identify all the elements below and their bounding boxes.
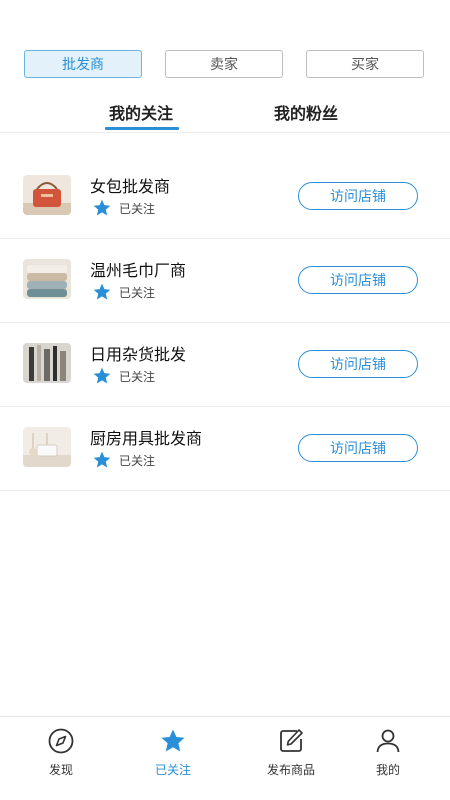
tab-buyer[interactable]: 买家 bbox=[306, 50, 424, 78]
shop-thumbnail-kitchenware bbox=[23, 427, 71, 467]
shop-name: 温州毛巾厂商 bbox=[90, 261, 187, 280]
nav-publish-label: 发布商品 bbox=[266, 763, 315, 777]
star-icon bbox=[161, 729, 185, 752]
followed-status: 已关注 bbox=[119, 370, 156, 384]
tab-seller[interactable]: 卖家 bbox=[165, 50, 283, 78]
star-icon bbox=[93, 367, 111, 384]
followed-status: 已关注 bbox=[119, 286, 156, 300]
tab-wholesaler[interactable]: 批发商 bbox=[24, 50, 142, 78]
nav-following-label: 已关注 bbox=[154, 763, 191, 777]
active-tab-indicator bbox=[105, 127, 180, 130]
edit-icon bbox=[280, 729, 303, 752]
shop-thumbnail-handbag bbox=[23, 175, 71, 215]
list-item[interactable]: 厨房用具批发商 已关注 访问店铺 bbox=[0, 407, 450, 491]
role-tabs: 批发商 卖家 买家 bbox=[24, 50, 426, 80]
shop-name: 厨房用具批发商 bbox=[90, 429, 203, 448]
list-item[interactable]: 女包批发商 已关注 访问店铺 bbox=[0, 155, 450, 239]
visit-shop-button[interactable]: 访问店铺 bbox=[298, 266, 418, 294]
followed-status: 已关注 bbox=[119, 454, 156, 468]
list-item[interactable]: 日用杂货批发 已关注 访问店铺 bbox=[0, 323, 450, 407]
visit-shop-button[interactable]: 访问店铺 bbox=[298, 350, 418, 378]
tab-my-following-label: 我的关注 bbox=[109, 104, 174, 123]
nav-mine-label: 我的 bbox=[375, 763, 400, 777]
bottom-nav: 发现 已关注 发布商品 我的 bbox=[0, 716, 450, 800]
user-icon bbox=[376, 729, 400, 753]
compass-icon bbox=[48, 728, 74, 754]
tab-my-following[interactable]: 我的关注 bbox=[105, 100, 180, 130]
visit-shop-button[interactable]: 访问店铺 bbox=[298, 434, 418, 462]
shop-thumbnail-towels bbox=[23, 259, 71, 299]
nav-discover-label: 发现 bbox=[48, 763, 73, 777]
nav-publish[interactable]: 发布商品 bbox=[246, 727, 336, 778]
follow-tabs: 我的关注 我的粉丝 bbox=[0, 98, 450, 133]
shop-thumbnail-brushes bbox=[23, 343, 71, 383]
followed-shop-list: 女包批发商 已关注 访问店铺 温州毛巾厂商 已关注 访问店铺 日用杂货批发 已关… bbox=[0, 155, 450, 491]
nav-following[interactable]: 已关注 bbox=[128, 727, 218, 778]
star-icon bbox=[93, 451, 111, 468]
list-item[interactable]: 温州毛巾厂商 已关注 访问店铺 bbox=[0, 239, 450, 323]
shop-name: 日用杂货批发 bbox=[90, 345, 187, 364]
nav-mine[interactable]: 我的 bbox=[343, 727, 433, 778]
shop-name: 女包批发商 bbox=[90, 177, 171, 196]
tab-my-fans[interactable]: 我的粉丝 bbox=[274, 100, 338, 130]
star-icon bbox=[93, 199, 111, 216]
tab-my-fans-label: 我的粉丝 bbox=[274, 104, 339, 123]
visit-shop-button[interactable]: 访问店铺 bbox=[298, 182, 418, 210]
followed-status: 已关注 bbox=[119, 202, 156, 216]
star-icon bbox=[93, 283, 111, 300]
nav-discover[interactable]: 发现 bbox=[16, 727, 106, 778]
